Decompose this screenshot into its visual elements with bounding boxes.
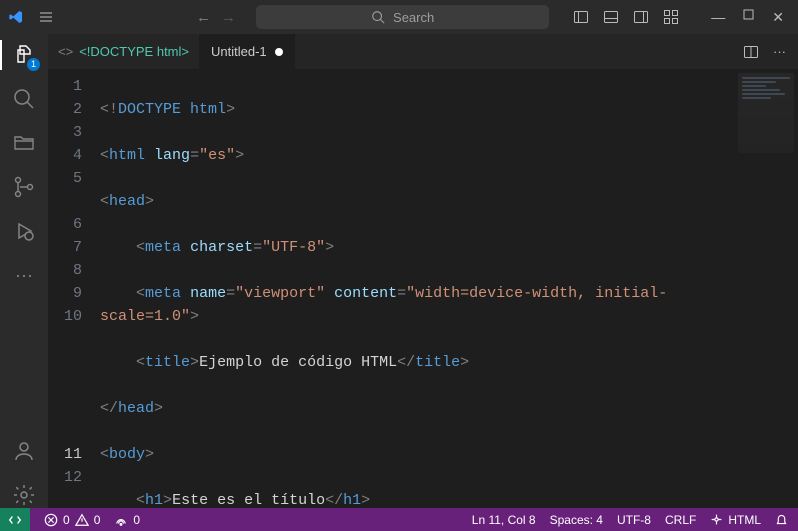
editor-tab[interactable]: Untitled-1 <box>199 34 296 69</box>
search-sidebar-icon[interactable] <box>11 86 37 112</box>
more-icon[interactable]: ··· <box>11 262 37 288</box>
nav-back-icon[interactable]: ← <box>196 9 211 26</box>
status-ports[interactable]: 0 <box>114 513 140 527</box>
line-number-gutter: 123456789101112 <box>48 69 100 508</box>
activity-bar: 1 ··· <box>0 34 48 508</box>
status-problems[interactable]: 0 0 <box>44 513 100 527</box>
unsaved-dot-icon <box>275 48 283 56</box>
toggle-secondary-sidebar-icon[interactable] <box>633 9 649 25</box>
nav-forward-icon[interactable]: → <box>221 9 236 26</box>
status-bar: 0 0 0 Ln 11, Col 8 Spaces: 4 UTF-8 CRLF … <box>0 508 798 531</box>
status-notifications-icon[interactable] <box>775 513 788 526</box>
status-cursor-position[interactable]: Ln 11, Col 8 <box>472 513 536 527</box>
explorer-badge: 1 <box>27 58 40 71</box>
breadcrumb-doctype: <!DOCTYPE html> <box>79 44 189 59</box>
status-language-mode[interactable]: HTML <box>710 513 761 527</box>
close-icon[interactable]: ✕ <box>772 9 784 26</box>
window-controls: — ✕ <box>691 9 790 26</box>
toggle-primary-sidebar-icon[interactable] <box>573 9 589 25</box>
command-center-search[interactable]: Search <box>256 5 549 29</box>
status-encoding[interactable]: UTF-8 <box>617 513 651 527</box>
hamburger-menu-icon[interactable] <box>32 9 60 25</box>
settings-gear-icon[interactable] <box>11 482 37 508</box>
editor-group: <> <!DOCTYPE html> Untitled-1 ··· 123456… <box>48 34 798 508</box>
minimize-icon[interactable]: — <box>711 9 725 26</box>
accounts-icon[interactable] <box>11 438 37 464</box>
explorer-icon[interactable]: 1 <box>11 42 37 68</box>
main-area: 1 ··· <> <!DOCTYPE html> <box>0 34 798 508</box>
status-indentation[interactable]: Spaces: 4 <box>550 513 603 527</box>
vscode-logo-icon <box>8 9 24 25</box>
tab-bar: <> <!DOCTYPE html> Untitled-1 ··· <box>48 34 798 69</box>
search-placeholder: Search <box>393 10 434 25</box>
layout-controls <box>569 9 683 25</box>
breadcrumb[interactable]: <> <!DOCTYPE html> <box>48 44 199 59</box>
source-control-icon[interactable] <box>11 174 37 200</box>
minimap[interactable] <box>738 73 794 153</box>
more-actions-icon[interactable]: ··· <box>773 44 786 60</box>
search-icon <box>371 10 385 24</box>
split-editor-icon[interactable] <box>743 44 759 60</box>
remote-indicator[interactable] <box>0 508 30 531</box>
tab-title: Untitled-1 <box>211 44 267 59</box>
code-content[interactable]: <!DOCTYPE html> <html lang="es"> <head> … <box>100 69 798 508</box>
title-bar: ← → Search — ✕ <box>0 0 798 34</box>
status-eol[interactable]: CRLF <box>665 513 696 527</box>
toggle-panel-icon[interactable] <box>603 9 619 25</box>
customize-layout-icon[interactable] <box>663 9 679 25</box>
folder-icon[interactable] <box>11 130 37 156</box>
nav-arrows: ← → <box>196 9 236 26</box>
code-editor[interactable]: 123456789101112 <!DOCTYPE html> <html la… <box>48 69 798 508</box>
maximize-icon[interactable] <box>743 9 754 26</box>
run-debug-icon[interactable] <box>11 218 37 244</box>
